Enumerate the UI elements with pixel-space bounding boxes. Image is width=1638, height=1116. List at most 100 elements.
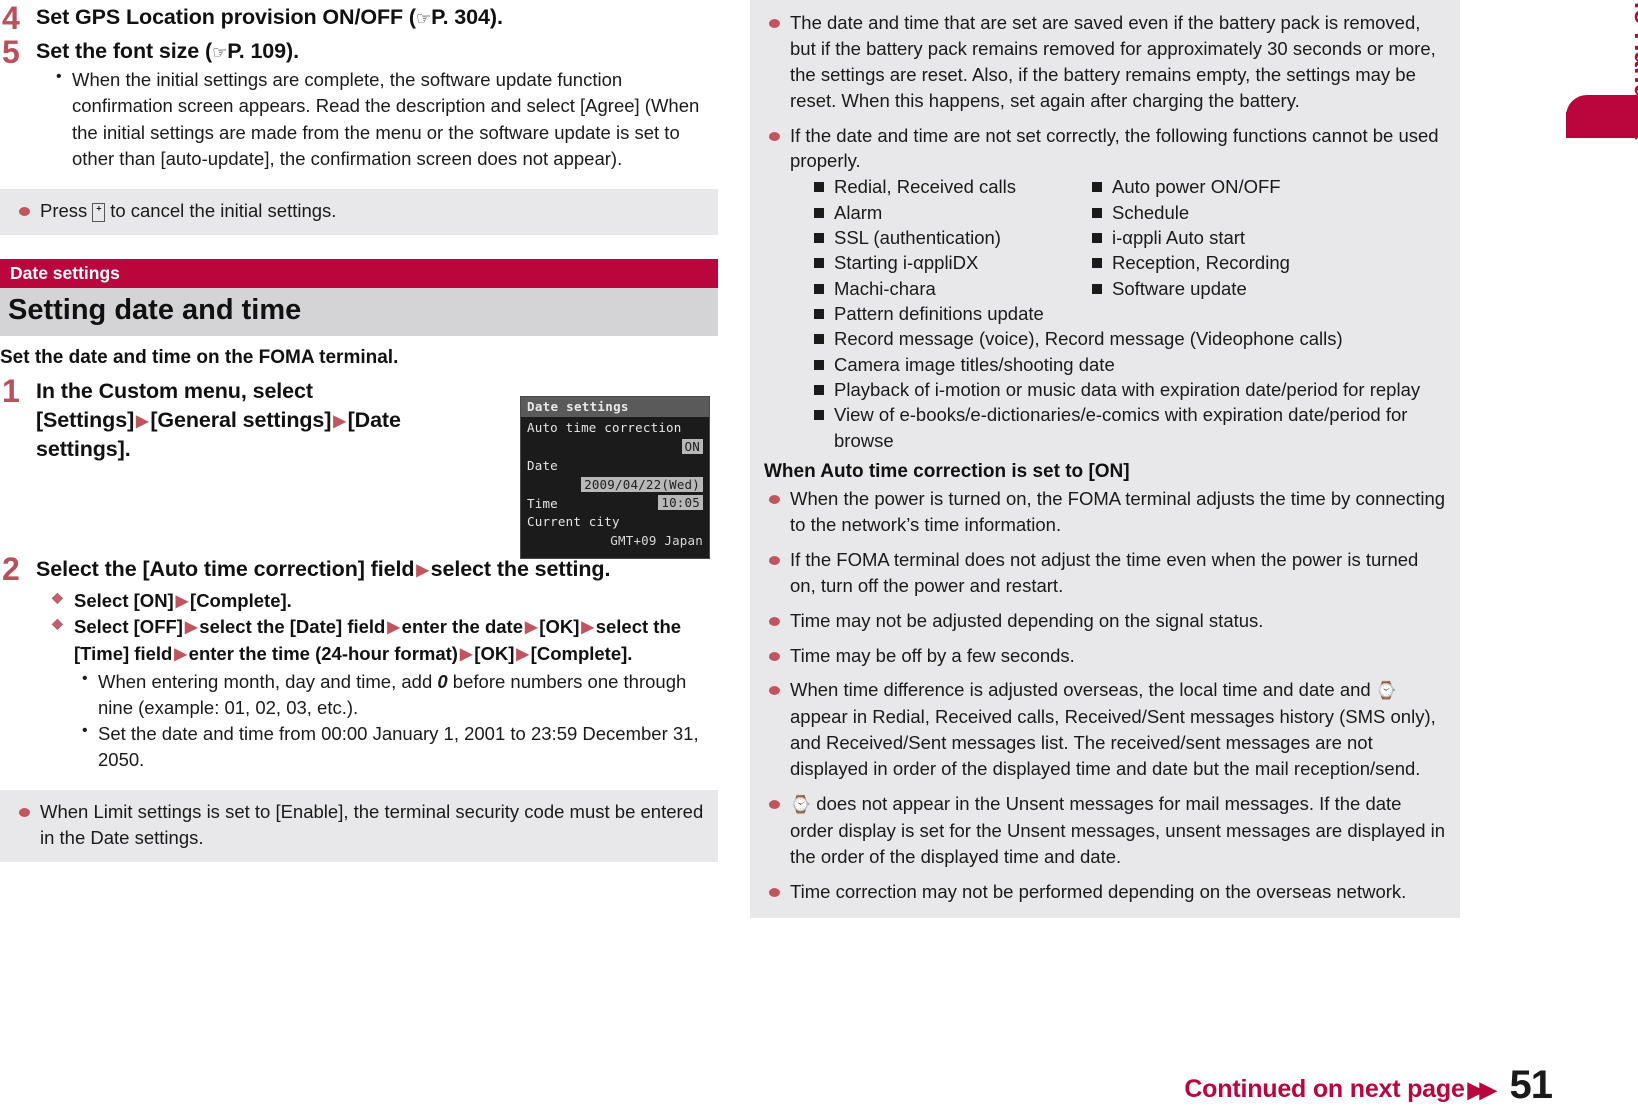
option-off-b: select the [Date] field bbox=[199, 616, 386, 638]
step-number: 1 bbox=[2, 373, 20, 410]
step-5-title-text-a: Set the font size ( bbox=[36, 38, 213, 63]
step-2-seg-2: select the setting. bbox=[430, 556, 611, 581]
functions-intro-text: If the date and time are not set correct… bbox=[790, 124, 1439, 172]
phone-row-current-city-label: Current city bbox=[527, 514, 620, 529]
phone-row-time: Time 10:05 bbox=[521, 493, 709, 511]
step-4-title: Set GPS Location provision ON/OFF (☞P. 3… bbox=[36, 4, 718, 32]
option-on-a: Select [ON] bbox=[74, 589, 174, 611]
bullet-5-pre: When time difference is adjusted oversea… bbox=[790, 679, 1376, 701]
note-bullet-list: When Limit settings is set to [Enable], … bbox=[14, 799, 704, 851]
arrow-separator-icon: ▶ bbox=[516, 645, 529, 663]
side-tab-chapter: Before Using the Handset bbox=[1562, 0, 1638, 1116]
arrow-separator-icon: ▶ bbox=[175, 592, 189, 610]
step-number: 5 bbox=[2, 33, 20, 70]
list-item: i-αppli Auto start bbox=[1090, 225, 1446, 250]
step-4-title-text-b: P. 304). bbox=[431, 5, 503, 29]
phone-row-auto-time-correction-label: Auto time correction bbox=[527, 420, 682, 435]
arrow-separator-icon: ▶ bbox=[581, 619, 594, 637]
option-off-c: enter the date bbox=[401, 616, 523, 638]
side-tab-label: Before Using the Handset bbox=[1628, 0, 1638, 140]
list-item: If the FOMA terminal does not adjust the… bbox=[764, 547, 1446, 599]
bullet-6-post: does not appear in the Unsent messages f… bbox=[790, 792, 1446, 867]
option-off-d: [OK] bbox=[539, 616, 580, 638]
phone-value-time: 10:05 bbox=[658, 495, 703, 510]
arrow-separator-icon: ▶ bbox=[136, 413, 149, 431]
arrow-separator-icon: ▶ bbox=[416, 561, 429, 579]
right-column: The date and time that are set are saved… bbox=[750, 0, 1460, 919]
list-item: View of e-books/e-dictionaries/e-comics … bbox=[812, 402, 1446, 453]
list-item: If the date and time are not set correct… bbox=[764, 123, 1446, 454]
bullet-5-post: appear in Redial, Received calls, Receiv… bbox=[790, 706, 1436, 780]
pointing-hand-icon: ☞ bbox=[212, 42, 228, 63]
step-number: 2 bbox=[2, 550, 20, 587]
step-number: 4 bbox=[2, 0, 20, 36]
list-item: Starting i-αppliDX bbox=[812, 250, 1090, 275]
list-item: Schedule bbox=[1090, 200, 1446, 225]
phone-row-current-city-value-wrap: GMT+09 Japan bbox=[521, 529, 709, 549]
option-on-b: [Complete]. bbox=[190, 589, 292, 611]
functions-list-a: Redial, Received calls Alarm SSL (authen… bbox=[790, 174, 1090, 301]
list-item: Machi-chara bbox=[812, 276, 1090, 301]
step-5-title: Set the font size (☞P. 109). bbox=[36, 38, 718, 66]
list-item: Auto power ON/OFF bbox=[1090, 174, 1446, 199]
step-1-title: In the Custom menu, select [Settings] ▶[G… bbox=[36, 377, 500, 464]
subnote-1-emphasis: 0 bbox=[437, 670, 448, 692]
step-2-options: Select [ON]▶[Complete]. Select [OFF]▶sel… bbox=[36, 588, 718, 774]
note-subheading-auto-time-correction-on: When Auto time correction is set to [ON] bbox=[764, 461, 1130, 483]
arrow-separator-icon: ▶ bbox=[174, 645, 187, 663]
functions-list-full-width: Pattern definitions update Record messag… bbox=[790, 301, 1446, 453]
list-item: When the power is turned on, the FOMA te… bbox=[764, 486, 1446, 538]
step-4: 4 Set GPS Location provision ON/OFF (☞P.… bbox=[0, 0, 718, 36]
list-item: When time difference is adjusted oversea… bbox=[764, 677, 1446, 781]
arrow-separator-icon: ▶ bbox=[387, 619, 400, 637]
clear-key-icon: ᐩ bbox=[92, 203, 106, 223]
list-item: Camera image titles/shooting date bbox=[812, 352, 1446, 377]
list-item: The date and time that are set are saved… bbox=[764, 10, 1446, 114]
list-item-option-off: Select [OFF]▶select the [Date] field▶ent… bbox=[52, 614, 718, 774]
note-bullet-list: The date and time that are set are saved… bbox=[764, 10, 1446, 453]
phone-screen-title: Date settings bbox=[521, 397, 709, 417]
list-item: SSL (authentication) bbox=[812, 225, 1090, 250]
note-box-cancel-initial-settings: Press ᐩ to cancel the initial settings. bbox=[0, 189, 718, 235]
arrow-separator-icon: ▶ bbox=[524, 619, 538, 637]
list-item: Reception, Recording bbox=[1090, 250, 1446, 275]
note-bullet-list-auto-time-on: When the power is turned on, the FOMA te… bbox=[764, 486, 1446, 904]
note-text-post: to cancel the initial settings. bbox=[105, 200, 337, 222]
functions-column-b: Auto power ON/OFF Schedule i-αppli Auto … bbox=[1090, 174, 1446, 301]
world-clock-icon: ⌚ bbox=[790, 794, 812, 815]
list-item: Record message (voice), Record message (… bbox=[812, 326, 1446, 351]
list-item: Pattern definitions update bbox=[812, 301, 1446, 326]
phone-row-date-label: Date bbox=[527, 458, 558, 473]
page-footer: Continued on next page ▶▶ 51 bbox=[1184, 1065, 1553, 1105]
list-item: When entering month, day and time, add 0… bbox=[80, 668, 718, 722]
arrow-separator-icon: ▶ bbox=[184, 619, 198, 637]
option-off-a: Select [OFF] bbox=[74, 616, 183, 638]
list-item: Time may be off by a few seconds. bbox=[764, 643, 1446, 669]
option-off-g: [OK] bbox=[474, 642, 515, 664]
list-item: When the initial settings are complete, … bbox=[54, 66, 718, 172]
note-box-limit-settings: When Limit settings is set to [Enable], … bbox=[0, 789, 718, 862]
arrow-separator-icon: ▶ bbox=[333, 413, 346, 431]
world-clock-icon: ⌚ bbox=[1375, 681, 1398, 702]
step-4-title-text-a: Set GPS Location provision ON/OFF ( bbox=[36, 5, 416, 29]
functions-list-b: Auto power ON/OFF Schedule i-αppli Auto … bbox=[1090, 174, 1446, 301]
step-2: 2 Select the [Auto time correction] fiel… bbox=[0, 550, 718, 774]
phone-value-current-city: GMT+09 Japan bbox=[610, 533, 703, 548]
phone-value-auto-time-correction: ON bbox=[681, 439, 703, 454]
section-header: Date settings Setting date and time bbox=[0, 258, 718, 337]
list-item: Time may not be adjusted depending on th… bbox=[764, 608, 1446, 634]
note-bullet-list: Press ᐩ to cancel the initial settings. bbox=[14, 198, 704, 224]
option-off-h: [Complete]. bbox=[530, 642, 633, 664]
functions-two-column-grid: Redial, Received calls Alarm SSL (authen… bbox=[790, 174, 1446, 301]
phone-row-time-label: Time bbox=[527, 496, 558, 511]
step-5-bullets: When the initial settings are complete, … bbox=[36, 66, 718, 172]
list-item: Playback of i-motion or music data with … bbox=[812, 377, 1446, 402]
continued-label: Continued on next page ▶▶ bbox=[1184, 1077, 1496, 1102]
phone-row-date-value-wrap: 2009/04/22(Wed) bbox=[521, 473, 709, 493]
step-2-subnotes: When entering month, day and time, add 0… bbox=[74, 668, 718, 774]
phone-value-date: 2009/04/22(Wed) bbox=[581, 477, 703, 492]
list-item: Redial, Received calls bbox=[812, 174, 1090, 199]
step-2-seg-1: Select the [Auto time correction] field bbox=[36, 556, 415, 581]
note-box-date-time-info: The date and time that are set are saved… bbox=[750, 0, 1460, 919]
step-1-seg-2: [General settings] bbox=[150, 408, 332, 433]
